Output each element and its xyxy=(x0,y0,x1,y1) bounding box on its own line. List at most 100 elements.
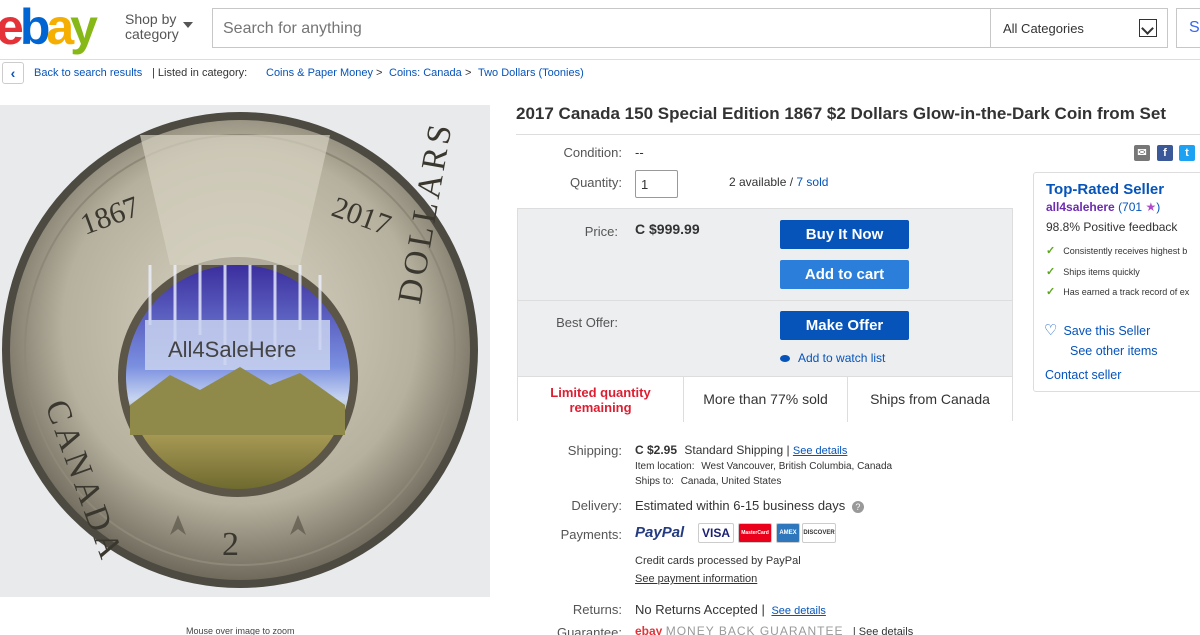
ships-to: Ships to: Canada, United States xyxy=(635,476,781,487)
eye-icon xyxy=(780,355,790,363)
returns-details-link[interactable]: See details xyxy=(771,605,825,617)
twitter-share-icon[interactable]: t xyxy=(1179,145,1195,161)
check-item: ✓ Consistently receives highest b xyxy=(1046,244,1187,257)
add-to-watch-list-link[interactable]: Add to watch list xyxy=(780,351,885,365)
shipping-details-link[interactable]: See details xyxy=(793,445,847,457)
paypal-logo: PayPal xyxy=(635,524,685,541)
money-back-guarantee: MONEY BACK GUARANTEE xyxy=(665,624,844,635)
breadcrumb-separator: > xyxy=(465,67,472,79)
product-image[interactable]: All4SaleHere 1867 2017 CANADA DOLLARS 2 xyxy=(0,105,490,597)
returns-value: No Returns Accepted | See details xyxy=(635,602,826,617)
watermark-text: All4SaleHere xyxy=(168,337,296,362)
discover-logo: DISCOVER xyxy=(802,523,836,543)
best-offer-label: Best Offer: xyxy=(556,315,618,330)
positive-feedback: 98.8% Positive feedback xyxy=(1046,220,1178,234)
buy-it-now-button[interactable]: Buy It Now xyxy=(780,220,909,249)
returns-text: No Returns Accepted | xyxy=(635,602,765,617)
check-icon: ✓ xyxy=(1046,266,1056,278)
breadcrumb-coins-paper-money[interactable]: Coins & Paper Money xyxy=(266,67,373,79)
payment-info-link[interactable]: See payment information xyxy=(635,573,757,585)
condition-value: -- xyxy=(635,145,644,160)
listing-title: 2017 Canada 150 Special Edition 1867 $2 … xyxy=(516,104,1166,123)
breadcrumb-separator: > xyxy=(376,67,383,79)
item-location-label: Item location: xyxy=(635,461,695,472)
ebay-logo[interactable]: ebay xyxy=(0,2,98,52)
ships-to-value: Canada, United States xyxy=(680,476,782,487)
price-label: Price: xyxy=(584,224,618,239)
search-input[interactable]: Search for anything xyxy=(212,8,990,48)
divider xyxy=(516,134,1200,135)
limited-quantity-tile: Limited quantity remaining xyxy=(518,377,684,422)
price-value: C $999.99 xyxy=(635,221,700,237)
watch-list-label: Add to watch list xyxy=(798,351,886,365)
ships-from-tile: Ships from Canada xyxy=(870,391,990,407)
image-caption: Mouse over image to zoom xyxy=(186,626,295,635)
divider xyxy=(518,300,1012,301)
top-rated-seller-heading: Top-Rated Seller xyxy=(1046,181,1165,198)
quantity-label: Quantity: xyxy=(569,175,622,190)
highlights-strip: Limited quantity remaining More than 77%… xyxy=(518,376,1012,422)
chevron-down-icon xyxy=(1139,19,1157,37)
check-item: ✓ Has earned a track record of ex xyxy=(1046,285,1189,298)
check-icon: ✓ xyxy=(1046,245,1056,257)
returns-label: Returns: xyxy=(572,602,622,617)
category-select[interactable]: All Categories xyxy=(990,8,1168,48)
shipping-cost: C $2.95 xyxy=(635,443,678,457)
available-text: 2 available / xyxy=(729,175,794,189)
delivery-value: Estimated within 6-15 business days ? xyxy=(635,498,864,513)
shipping-line: C $2.95 Standard Shipping | See details xyxy=(635,443,847,457)
breadcrumb-coins-canada[interactable]: Coins: Canada xyxy=(389,67,462,79)
shop-by-label: Shop by xyxy=(125,11,177,27)
seller-name-row: all4salehere (701 ★) xyxy=(1046,200,1160,214)
amex-logo: AMEX xyxy=(776,523,800,543)
add-to-cart-button[interactable]: Add to cart xyxy=(780,260,909,289)
search-button[interactable]: S xyxy=(1176,8,1200,48)
visa-logo: VISA xyxy=(698,523,734,543)
check-text: Ships items quickly xyxy=(1063,267,1140,277)
ebay-guarantee-logo: ebay xyxy=(635,624,663,635)
save-seller-link[interactable]: ♡ Save this Seller xyxy=(1044,321,1150,339)
check-item: ✓ Ships items quickly xyxy=(1046,265,1140,278)
condition-label: Condition: xyxy=(563,145,622,160)
see-other-items-link[interactable]: See other items xyxy=(1070,344,1158,358)
email-share-icon[interactable]: ✉ xyxy=(1134,145,1150,161)
save-seller-label: Save this Seller xyxy=(1063,324,1151,338)
seller-info-panel: Top-Rated Seller all4salehere (701 ★) 98… xyxy=(1033,172,1200,392)
available-count: 2 available / 7 sold xyxy=(729,175,828,189)
breadcrumb-two-dollars[interactable]: Two Dollars (Toonies) xyxy=(478,67,584,79)
item-location-value: West Vancouver, British Columbia, Canada xyxy=(701,461,893,472)
mastercard-logo: MasterCard xyxy=(738,523,772,543)
guarantee-value: ebay MONEY BACK GUARANTEE | See details xyxy=(635,624,913,635)
feedback-score-close: ) xyxy=(1156,200,1161,214)
guarantee-details-link[interactable]: | See details xyxy=(853,626,913,635)
header: ebay Shop by category Search for anythin… xyxy=(0,0,1200,60)
coin-image: All4SaleHere 1867 2017 CANADA DOLLARS 2 xyxy=(0,105,490,597)
help-icon[interactable]: ? xyxy=(851,501,864,513)
feedback-score-link[interactable]: (701 xyxy=(1118,200,1142,214)
shipping-method: Standard Shipping | xyxy=(684,443,790,457)
star-icon: ★ xyxy=(1145,200,1157,214)
credit-card-note: Credit cards processed by PayPal xyxy=(635,555,801,567)
heart-icon: ♡ xyxy=(1044,322,1058,339)
category-select-value: All Categories xyxy=(1003,21,1084,36)
caret-down-icon xyxy=(183,22,193,28)
quantity-input[interactable]: 1 xyxy=(635,170,678,198)
percent-sold-tile: More than 77% sold xyxy=(684,377,848,422)
make-offer-button[interactable]: Make Offer xyxy=(780,311,909,340)
chevron-left-icon[interactable]: ‹ xyxy=(2,62,24,84)
back-to-results-link[interactable]: Back to search results xyxy=(34,67,142,79)
coin-denomination: 2 xyxy=(222,526,239,563)
listed-in-label: | Listed in category: xyxy=(152,67,248,79)
buy-box: Price: C $999.99 Buy It Now Add to cart … xyxy=(517,208,1013,422)
contact-seller-link[interactable]: Contact seller xyxy=(1045,368,1121,382)
facebook-share-icon[interactable]: f xyxy=(1157,145,1173,161)
check-icon: ✓ xyxy=(1046,286,1056,298)
check-text: Consistently receives highest b xyxy=(1063,246,1188,256)
shop-by-category-button[interactable]: Shop by category xyxy=(125,11,193,42)
shipping-label: Shipping: xyxy=(567,443,622,458)
category-label: category xyxy=(125,26,179,42)
check-text: Has earned a track record of ex xyxy=(1063,287,1190,297)
payments-label: Payments: xyxy=(560,527,622,542)
sold-link[interactable]: 7 sold xyxy=(796,175,828,189)
seller-name-link[interactable]: all4salehere xyxy=(1046,200,1115,214)
